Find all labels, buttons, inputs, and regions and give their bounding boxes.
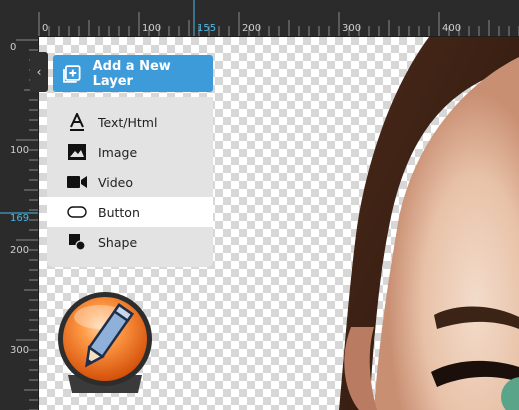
menu-item-button[interactable]: Button bbox=[47, 197, 213, 227]
add-layer-icon bbox=[63, 64, 81, 83]
add-new-layer-button[interactable]: Add a New Layer bbox=[53, 55, 213, 92]
collapse-panel-button[interactable]: ‹ bbox=[30, 52, 48, 92]
ruler-x-label: 300 bbox=[342, 23, 362, 34]
menu-item-shape[interactable]: Shape bbox=[47, 227, 213, 257]
vertical-ruler: 0 100 169 200 300 bbox=[0, 36, 39, 410]
video-camera-icon bbox=[67, 173, 87, 191]
menu-item-image[interactable]: Image bbox=[47, 137, 213, 167]
menu-item-video[interactable]: Video bbox=[47, 167, 213, 197]
menu-item-label: Video bbox=[98, 174, 134, 190]
ruler-x-highlight-label: 155 bbox=[197, 23, 217, 34]
menu-item-label: Button bbox=[98, 204, 140, 220]
app-logo-pencil-icon bbox=[58, 292, 152, 393]
layer-type-menu: Text/Html Image Video Button Shape bbox=[47, 97, 213, 267]
menu-item-label: Shape bbox=[98, 234, 138, 250]
menu-item-label: Text/Html bbox=[98, 114, 158, 130]
ruler-x-label: 100 bbox=[142, 23, 162, 34]
add-new-layer-label: Add a New Layer bbox=[92, 58, 171, 89]
menu-item-label: Image bbox=[98, 144, 138, 160]
ruler-x-label: 200 bbox=[242, 23, 262, 34]
ruler-y-label: 0 bbox=[10, 42, 17, 53]
ruler-x-label: 400 bbox=[442, 23, 462, 34]
horizontal-ruler: 0 100 155 200 300 400 bbox=[0, 0, 519, 37]
ruler-y-label: 100 bbox=[10, 145, 30, 156]
shape-icon bbox=[67, 233, 87, 251]
ruler-y-highlight-label: 169 bbox=[10, 213, 30, 224]
ruler-x-label: 0 bbox=[42, 23, 49, 34]
text-a-icon bbox=[67, 113, 87, 131]
image-icon bbox=[67, 143, 87, 161]
menu-item-text-html[interactable]: Text/Html bbox=[47, 107, 213, 137]
chevron-left-icon: ‹ bbox=[36, 65, 42, 79]
ruler-y-label: 200 bbox=[10, 245, 30, 256]
button-shape-icon bbox=[67, 203, 87, 221]
ruler-y-label: 300 bbox=[10, 345, 30, 356]
